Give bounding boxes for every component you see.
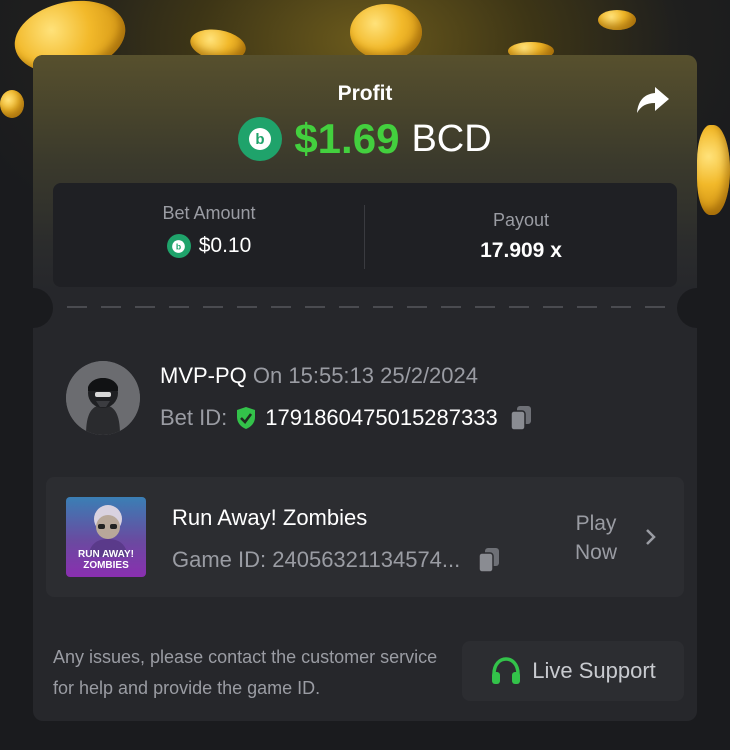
play-now-button[interactable]: Play Now xyxy=(556,509,636,567)
shield-check-icon xyxy=(237,407,256,429)
bet-amount-label: Bet Amount xyxy=(162,203,256,223)
bc-coin-icon: b xyxy=(238,117,283,161)
profit-amount-row: b $1.69 BCD xyxy=(33,115,697,163)
bet-id-label: Bet ID: xyxy=(160,405,228,430)
bet-detail-card: Profit b $1.69 BCD Bet Amount b $0.10 Pa… xyxy=(33,55,697,721)
headset-icon xyxy=(492,657,521,684)
bet-id-value: 1791860475015287333 xyxy=(265,405,498,430)
copy-icon[interactable] xyxy=(509,405,532,431)
bet-amount-stat: Bet Amount b $0.10 xyxy=(53,183,365,287)
svg-text:b: b xyxy=(256,131,265,148)
payout-stat: Payout 17.909 x xyxy=(365,183,677,287)
coin-decoration xyxy=(0,90,24,118)
bet-id-line: Bet ID: 1791860475015287333 xyxy=(160,405,532,431)
user-line: MVP-PQ On 15:55:13 25/2/2024 xyxy=(160,363,478,389)
ticket-notch-left xyxy=(33,288,53,328)
game-row[interactable]: RUN AWAY! ZOMBIES Run Away! Zombies Game… xyxy=(46,477,684,597)
help-text: Any issues, please contact the customer … xyxy=(53,647,438,698)
avatar[interactable] xyxy=(66,361,140,435)
svg-text:b: b xyxy=(176,241,181,251)
coin-decoration xyxy=(598,10,636,30)
live-support-label: Live Support xyxy=(532,658,656,683)
profit-value: $1.69 xyxy=(294,115,400,162)
payout-value: 17.909 x xyxy=(480,239,562,262)
payout-label: Payout xyxy=(492,210,550,230)
coin-decoration xyxy=(350,4,422,60)
live-support-button[interactable]: Live Support xyxy=(462,641,684,701)
game-thumbnail[interactable]: RUN AWAY! ZOMBIES xyxy=(66,497,146,577)
bet-amount-value: $0.10 xyxy=(198,234,252,257)
chevron-right-icon[interactable] xyxy=(644,527,658,547)
game-id-value: Game ID: 24056321134574... xyxy=(172,547,461,572)
share-arrow-icon[interactable] xyxy=(635,81,671,117)
profit-label: Profit xyxy=(337,82,393,105)
game-id-row: Game ID: 24056321134574... xyxy=(172,547,500,573)
thumbnail-line2: ZOMBIES xyxy=(83,560,129,571)
bc-coin-icon: b xyxy=(166,234,191,258)
thumbnail-title: RUN AWAY! ZOMBIES xyxy=(66,549,146,571)
thumbnail-line1: RUN AWAY! xyxy=(78,549,134,560)
bet-amount-row: b $0.10 xyxy=(53,234,365,258)
copy-icon[interactable] xyxy=(478,547,500,573)
game-title[interactable]: Run Away! Zombies xyxy=(172,505,367,531)
bet-stats-panel: Bet Amount b $0.10 Payout 17.909 x xyxy=(53,183,677,287)
dashed-divider xyxy=(67,306,667,308)
profit-currency: BCD xyxy=(411,117,492,160)
coin-decoration xyxy=(697,125,730,215)
bet-time: On 15:55:13 25/2/2024 xyxy=(252,363,479,388)
ticket-notch-right xyxy=(677,288,697,328)
username[interactable]: MVP-PQ xyxy=(160,363,247,388)
